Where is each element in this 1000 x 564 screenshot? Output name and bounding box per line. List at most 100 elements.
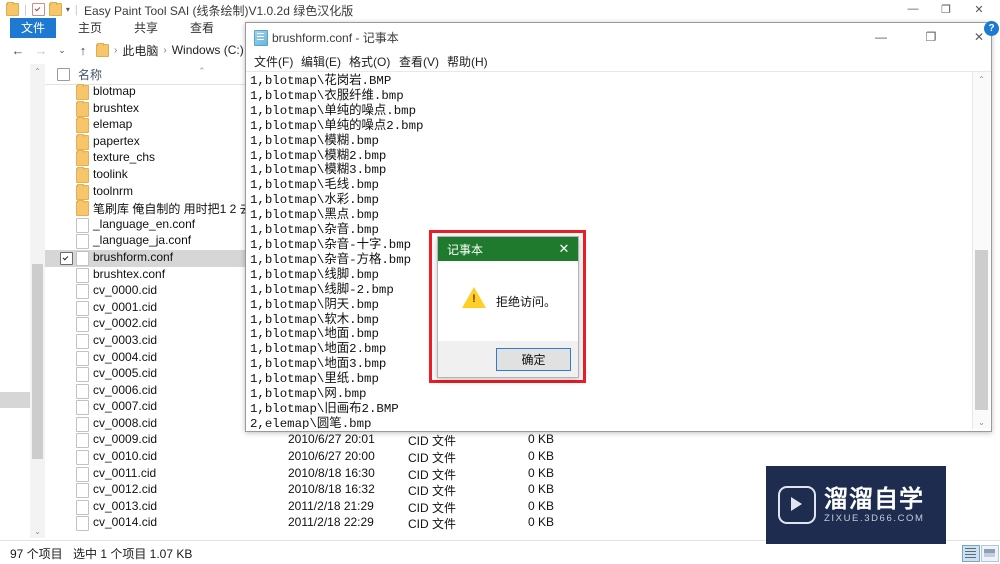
file-name: _language_ja.conf bbox=[93, 233, 192, 248]
row-checkbox[interactable] bbox=[60, 451, 71, 462]
notepad-scroll-down-icon[interactable]: ⌄ bbox=[973, 415, 990, 429]
menu-file[interactable]: 文件(F) bbox=[254, 53, 293, 70]
back-button[interactable]: ← bbox=[10, 42, 26, 58]
file-name: cv_0002.cid bbox=[93, 316, 158, 331]
sort-ascending-icon: ⌃ bbox=[198, 66, 206, 76]
row-checkbox[interactable] bbox=[60, 285, 71, 296]
menu-help[interactable]: 帮助(H) bbox=[447, 53, 488, 70]
row-checkbox[interactable] bbox=[60, 169, 71, 180]
qat-divider: | bbox=[24, 3, 27, 16]
file-name: brushtex bbox=[93, 100, 140, 115]
row-checkbox[interactable] bbox=[60, 235, 71, 246]
row-checkbox[interactable] bbox=[60, 186, 71, 197]
row-checkbox[interactable] bbox=[60, 517, 71, 528]
file-name: cv_0012.cid bbox=[93, 482, 158, 497]
dialog-close-button[interactable]: ✕ bbox=[550, 237, 578, 261]
explorer-scrollbar-thumb[interactable] bbox=[32, 264, 43, 459]
file-size: 0 KB bbox=[528, 482, 555, 497]
menu-format[interactable]: 格式(O) bbox=[349, 53, 390, 70]
row-checkbox[interactable] bbox=[60, 119, 71, 130]
file-name: cv_0000.cid bbox=[93, 283, 158, 298]
folder-icon[interactable] bbox=[6, 2, 19, 16]
row-checkbox[interactable] bbox=[60, 434, 71, 445]
file-icon bbox=[76, 400, 89, 416]
breadcrumb-item-windows-c[interactable]: Windows (C:) bbox=[172, 43, 244, 57]
explorer-maximize-button[interactable]: ❐ bbox=[931, 0, 961, 18]
row-checkbox[interactable] bbox=[60, 152, 71, 163]
folder-icon bbox=[76, 166, 89, 183]
breadcrumb-folder-icon bbox=[96, 42, 109, 57]
explorer-minimize-button[interactable]: — bbox=[898, 0, 928, 18]
file-icon bbox=[76, 217, 89, 233]
customize-caret-icon[interactable]: ▾ bbox=[66, 5, 70, 14]
tab-file[interactable]: 文件 bbox=[10, 18, 56, 38]
file-date: 2011/2/18 21:29 bbox=[288, 498, 374, 513]
notepad-scrollbar-thumb[interactable] bbox=[975, 250, 988, 410]
row-checkbox[interactable] bbox=[60, 401, 71, 412]
help-badge-icon[interactable]: ? bbox=[984, 21, 999, 36]
notepad-minimize-button[interactable]: — bbox=[860, 23, 902, 51]
row-checkbox[interactable] bbox=[60, 501, 71, 512]
menu-edit[interactable]: 编辑(E) bbox=[301, 53, 341, 70]
row-checkbox[interactable] bbox=[60, 136, 71, 147]
row-checkbox[interactable] bbox=[60, 484, 71, 495]
notepad-scrollbar[interactable]: ⌃ ⌄ bbox=[972, 72, 990, 429]
row-checkbox[interactable] bbox=[60, 418, 71, 429]
row-checkbox[interactable] bbox=[60, 302, 71, 313]
table-row[interactable]: cv_0010.cid 2010/6/27 20:00 CID 文件 0 KB bbox=[30, 449, 990, 466]
scroll-down-arrow-icon[interactable]: ⌄ bbox=[30, 524, 45, 538]
tab-view[interactable]: 查看 bbox=[180, 18, 224, 38]
file-date: 2011/2/18 22:29 bbox=[288, 515, 374, 530]
new-folder-icon[interactable] bbox=[48, 2, 62, 16]
table-row[interactable]: cv_0009.cid 2010/6/27 20:01 CID 文件 0 KB bbox=[30, 432, 990, 449]
recent-locations-button[interactable]: ⌄ bbox=[54, 42, 70, 58]
notepad-menu-bar: 文件(F) 编辑(E) 格式(O) 查看(V) 帮助(H) bbox=[246, 51, 991, 72]
file-name: cv_0004.cid bbox=[93, 349, 158, 364]
tiles-view-button[interactable] bbox=[981, 545, 999, 562]
row-checkbox[interactable] bbox=[60, 368, 71, 379]
notepad-maximize-button[interactable]: ❐ bbox=[910, 23, 952, 51]
row-checkbox[interactable] bbox=[60, 385, 71, 396]
row-checkbox[interactable] bbox=[60, 86, 71, 97]
tab-share[interactable]: 共享 bbox=[124, 18, 168, 38]
details-view-icon bbox=[965, 548, 976, 558]
row-checkbox[interactable] bbox=[60, 251, 73, 265]
explorer-scrollbar[interactable]: ⌃ ⌄ bbox=[30, 64, 45, 538]
select-all-checkbox[interactable] bbox=[57, 68, 70, 81]
file-size: 0 KB bbox=[528, 432, 555, 447]
row-checkbox[interactable] bbox=[60, 103, 71, 114]
scroll-up-arrow-icon[interactable]: ⌃ bbox=[30, 64, 45, 78]
details-view-button[interactable] bbox=[962, 545, 980, 562]
menu-view[interactable]: 查看(V) bbox=[399, 53, 439, 70]
row-checkbox[interactable] bbox=[60, 219, 71, 230]
column-header-name[interactable]: 名称 bbox=[78, 66, 102, 83]
breadcrumb-item-this-pc[interactable]: 此电脑 bbox=[122, 42, 158, 59]
row-checkbox[interactable] bbox=[60, 352, 71, 363]
file-name: cv_0005.cid bbox=[93, 366, 158, 381]
file-size: 0 KB bbox=[528, 465, 555, 480]
row-checkbox[interactable] bbox=[60, 335, 71, 346]
file-size: 0 KB bbox=[528, 449, 555, 464]
row-checkbox[interactable] bbox=[60, 269, 71, 280]
file-name: _language_en.conf bbox=[93, 216, 196, 231]
file-icon bbox=[76, 284, 89, 300]
row-checkbox[interactable] bbox=[60, 202, 71, 213]
folder-icon bbox=[76, 133, 89, 150]
row-checkbox[interactable] bbox=[60, 468, 71, 479]
properties-icon[interactable] bbox=[31, 3, 45, 16]
notepad-scroll-up-icon[interactable]: ⌃ bbox=[973, 72, 990, 86]
file-kind: CID 文件 bbox=[408, 434, 457, 449]
tab-home[interactable]: 主页 bbox=[68, 18, 112, 38]
file-icon bbox=[76, 433, 89, 449]
row-checkbox[interactable] bbox=[60, 318, 71, 329]
notepad-text-area[interactable]: 1,blotmap\花岗岩.BMP 1,blotmap\衣服纤维.bmp 1,b… bbox=[247, 72, 970, 429]
explorer-close-button[interactable]: ✕ bbox=[964, 0, 994, 18]
file-name: papertex bbox=[93, 133, 140, 148]
up-button[interactable]: ↑ bbox=[75, 42, 91, 58]
breadcrumb-separator: › bbox=[114, 44, 118, 56]
file-kind: CID 文件 bbox=[408, 484, 457, 499]
dialog-message: 拒绝访问。 bbox=[496, 295, 557, 309]
dialog-ok-button[interactable]: 确定 bbox=[496, 348, 571, 371]
forward-button[interactable]: → bbox=[33, 42, 49, 58]
file-icon bbox=[76, 350, 89, 366]
